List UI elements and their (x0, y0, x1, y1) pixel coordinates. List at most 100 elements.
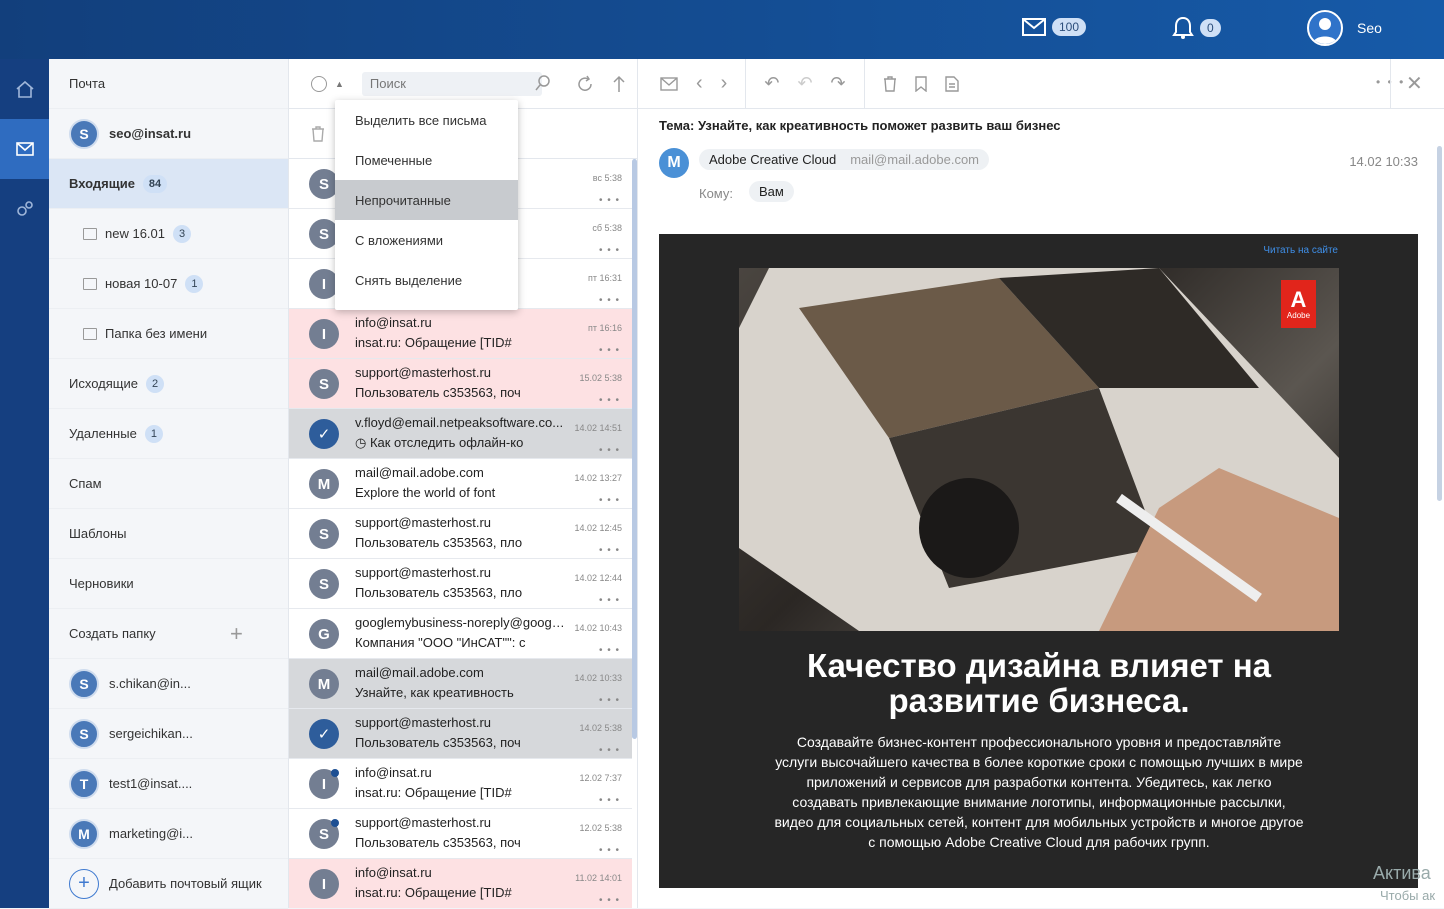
search-input[interactable]: Поиск (361, 71, 550, 96)
account-item[interactable]: S s.chikan@in... (49, 659, 288, 709)
select-all-checkbox[interactable] (311, 75, 327, 92)
caret-up-icon[interactable]: ▲ (335, 79, 344, 89)
folder-templates[interactable]: Шаблоны (49, 509, 288, 559)
message-more-icon[interactable]: • • • (599, 445, 620, 456)
account-item[interactable]: M marketing@i... (49, 809, 288, 859)
account-item[interactable]: T test1@insat.... (49, 759, 288, 809)
sender-avatar[interactable]: M (309, 669, 339, 699)
sender-avatar[interactable]: S (309, 519, 339, 549)
mail-section-title: Почта (49, 59, 288, 109)
subfolder-unnamed[interactable]: Папка без имени (49, 309, 288, 359)
message-date: 14.02 12:44 (574, 573, 622, 583)
message-row[interactable]: Ssupport@masterhost.ru Пользователь c3535… (289, 809, 632, 859)
message-row[interactable]: ✓ support@masterhost.ru Пользователь c3535… (289, 709, 632, 759)
message-row[interactable]: Iinfo@insat.ru insat.ru: Обращение [TID# п… (289, 309, 632, 359)
dd-with-attachments[interactable]: С вложениями (335, 220, 518, 260)
user-menu[interactable]: Seo (1307, 10, 1382, 46)
sender-avatar[interactable]: I (309, 319, 339, 349)
message-row[interactable]: Ssupport@masterhost.ru Пользователь c3535… (289, 509, 632, 559)
mail-nav-button[interactable] (0, 119, 49, 179)
sender-avatar[interactable]: M (309, 469, 339, 499)
message-more-icon[interactable]: • • • (599, 545, 620, 556)
message-more-icon[interactable]: • • • (599, 645, 620, 656)
checkmark-icon[interactable]: ✓ (309, 719, 339, 749)
hero-body-text: Создавайте бизнес-контент профессиональн… (774, 734, 1304, 850)
search-icon[interactable] (534, 74, 552, 92)
subfolder-new-16-01[interactable]: new 16.01 3 (49, 209, 288, 259)
checkmark-icon[interactable]: ✓ (309, 419, 339, 449)
sender-avatar[interactable]: G (309, 619, 339, 649)
message-more-icon[interactable]: • • • (599, 845, 620, 856)
home-button[interactable] (0, 59, 49, 119)
notifications[interactable]: 0 (1172, 16, 1221, 40)
folder-deleted[interactable]: Удаленные 1 (49, 409, 288, 459)
subfolder-new-10-07[interactable]: новая 10-07 1 (49, 259, 288, 309)
envelope-icon[interactable] (660, 76, 678, 91)
add-mailbox-button[interactable]: + Добавить почтовый ящик (49, 859, 288, 909)
sender-avatar[interactable]: S (309, 569, 339, 599)
message-more-icon[interactable]: • • • (599, 395, 620, 406)
dd-unread[interactable]: Непрочитанные (335, 180, 518, 220)
close-icon[interactable]: ✕ (1406, 71, 1423, 96)
read-online-link[interactable]: Читать на сайте (1263, 245, 1338, 256)
forward-icon[interactable]: ↷ (831, 73, 846, 94)
message-more-icon[interactable]: • • • (599, 895, 620, 906)
sender-avatar[interactable]: S (309, 369, 339, 399)
folder-drafts[interactable]: Черновики (49, 559, 288, 609)
trash-icon[interactable] (883, 75, 897, 92)
subfolder-label: Папка без имени (105, 326, 208, 341)
account-current[interactable]: S seo@insat.ru (49, 109, 288, 159)
arrow-up-icon[interactable] (612, 75, 626, 93)
message-row[interactable]: Mmail@mail.adobe.com Узнайте, как креатив… (289, 659, 632, 709)
message-row[interactable]: Iinfo@insat.ru insat.ru: Обращение [TID# 1… (289, 759, 632, 809)
message-row[interactable]: Mmail@mail.adobe.com Explore the world of… (289, 459, 632, 509)
folder-spam[interactable]: Спам (49, 459, 288, 509)
dd-select-all[interactable]: Выделить все письма (335, 100, 518, 140)
message-more-icon[interactable]: • • • (599, 295, 620, 306)
bookmark-icon[interactable] (914, 75, 927, 92)
envelope-icon (1022, 18, 1046, 36)
message-date: 12.02 5:38 (579, 823, 622, 833)
gears-icon (16, 201, 33, 216)
message-more-icon[interactable]: • • • (599, 495, 620, 506)
list-scrollbar[interactable] (632, 159, 637, 739)
reader-scrollbar[interactable] (1437, 146, 1442, 501)
message-date: 14.02 10:33 (1349, 154, 1418, 169)
message-more-icon[interactable]: • • • (599, 795, 620, 806)
plus-icon[interactable]: + (230, 621, 243, 647)
message-date: 14.02 13:27 (574, 473, 622, 483)
message-row[interactable]: Ggooglemybusiness-noreply@googl... Компан… (289, 609, 632, 659)
message-row[interactable]: Ssupport@masterhost.ru Пользователь c3535… (289, 359, 632, 409)
recipient-chip[interactable]: Вам (749, 181, 794, 202)
message-more-icon[interactable]: • • • (599, 345, 620, 356)
sender-avatar[interactable]: I (309, 869, 339, 899)
sender-chip[interactable]: Adobe Creative Cloud mail@mail.adobe.com (699, 149, 990, 170)
account-item[interactable]: S sergeichikan... (49, 709, 288, 759)
dd-flagged[interactable]: Помеченные (335, 140, 518, 180)
account-email: marketing@i... (109, 826, 193, 841)
settings-nav-button[interactable] (0, 179, 49, 239)
message-more-icon[interactable]: • • • (599, 595, 620, 606)
message-more-icon[interactable]: • • • (599, 745, 620, 756)
document-icon[interactable] (944, 75, 959, 92)
message-more-icon[interactable]: • • • (599, 245, 620, 256)
message-more-icon[interactable]: • • • (599, 195, 620, 206)
trash-icon[interactable] (311, 125, 325, 142)
reply-all-icon[interactable]: ↶ (797, 73, 812, 94)
folder-label: Спам (69, 476, 102, 491)
message-date: сб 5:38 (592, 223, 622, 233)
message-row[interactable]: ✓ v.floyd@email.netpeaksoftware.co... ◷ Ка… (289, 409, 632, 459)
folder-inbox[interactable]: Входящие 84 (49, 159, 288, 209)
message-more-icon[interactable]: • • • (599, 695, 620, 706)
message-row[interactable]: Ssupport@masterhost.ru Пользователь c3535… (289, 559, 632, 609)
refresh-icon[interactable] (576, 75, 594, 93)
mail-counter[interactable]: 100 (1022, 18, 1087, 36)
reply-icon[interactable]: ↶ (764, 73, 779, 94)
folder-outgoing[interactable]: Исходящие 2 (49, 359, 288, 409)
next-icon[interactable]: › (721, 72, 728, 95)
to-label: Кому: (699, 186, 733, 201)
sender-email: mail@mail.adobe.com (850, 152, 980, 167)
prev-icon[interactable]: ‹ (696, 72, 703, 95)
message-row[interactable]: Iinfo@insat.ru insat.ru: Обращение [TID# 1… (289, 859, 632, 908)
dd-deselect[interactable]: Снять выделение (335, 260, 518, 300)
